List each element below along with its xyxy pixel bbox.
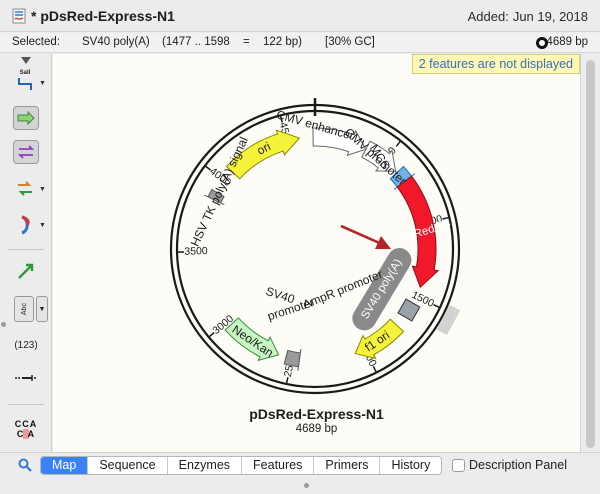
added-date-value: Jun 19, 2018 xyxy=(512,9,588,24)
sequence-top-label: CCA xyxy=(14,419,38,429)
tab-sequence[interactable]: Sequence xyxy=(88,457,168,474)
tick-mark xyxy=(285,377,289,385)
title-bar: * pDsRed-Express-N1 Added: Jun 19, 2018 xyxy=(0,0,600,32)
view-tabs: Map Sequence Enzymes Features Primers Hi… xyxy=(40,456,443,475)
feature-label-cmv-promoter: CMV promoter xyxy=(342,125,409,188)
orf-tool[interactable] xyxy=(14,178,36,200)
hidden-features-notice[interactable]: 2 features are not displayed xyxy=(411,54,580,74)
vertical-scrollbar[interactable] xyxy=(580,54,600,452)
primers-icon xyxy=(17,145,35,159)
tick-mark xyxy=(433,304,441,309)
ruler-icon xyxy=(15,375,36,381)
text-labels-button[interactable]: Abc xyxy=(14,296,34,322)
ruler-tool[interactable] xyxy=(12,372,40,384)
pointer-arrow-shaft xyxy=(340,224,385,247)
selected-label: Selected: xyxy=(12,36,60,48)
selected-feature: SV40 poly(A) xyxy=(82,36,150,48)
resize-grip-icon[interactable] xyxy=(304,483,309,488)
abc-label: Abc xyxy=(20,302,28,316)
bottom-resize-strip xyxy=(0,477,600,494)
toolbar-separator xyxy=(8,249,44,250)
tab-features[interactable]: Features xyxy=(242,457,315,474)
tick-mark xyxy=(395,140,402,147)
sequence-bottom-label: C A xyxy=(16,429,36,439)
tab-history[interactable]: History xyxy=(380,457,441,474)
enzyme-set-tool[interactable] xyxy=(14,214,36,236)
map-panel: 50010001500200025003000350040004500SV40 … xyxy=(53,54,580,452)
tick-mark xyxy=(204,165,211,171)
tab-map[interactable]: Map xyxy=(41,457,89,474)
left-toolbar: SalI ▼ ▼ ▼ Abc ▼ (123) CCA C A xyxy=(0,54,52,452)
orf-arrows-icon xyxy=(18,181,32,196)
total-length: 4689 bp xyxy=(546,36,588,48)
description-panel-label: Description Panel xyxy=(469,458,567,472)
show-features-button[interactable] xyxy=(13,106,39,130)
enzyme-dropdown-icon[interactable]: ▼ xyxy=(39,80,46,87)
tick-mark xyxy=(208,332,215,338)
selection-bar: Selected: SV40 poly(A) (1477 .. 1598 = 1… xyxy=(0,33,600,53)
text-labels-dropdown[interactable]: ▼ xyxy=(36,296,48,322)
plasmid-map[interactable]: 50010001500200025003000350040004500SV40 … xyxy=(53,54,580,452)
side-resize-grip-icon[interactable] xyxy=(1,322,6,327)
numbering-label: (123) xyxy=(14,339,38,351)
annotate-tool[interactable] xyxy=(14,259,38,283)
plasmid-name: pDsRed-Express-N1 xyxy=(249,406,384,422)
description-panel-toggle[interactable]: Description Panel xyxy=(452,458,567,472)
app-window: * pDsRed-Express-N1 Added: Jun 19, 2018 S… xyxy=(0,0,600,494)
document-title: * pDsRed-Express-N1 xyxy=(31,8,175,24)
document-icon xyxy=(12,8,26,24)
show-primers-button[interactable] xyxy=(13,140,39,164)
enzyme-set-icon xyxy=(21,215,30,235)
selected-equals: = xyxy=(243,36,250,48)
backbone-outer-ring xyxy=(169,103,461,395)
tab-enzymes[interactable]: Enzymes xyxy=(168,457,243,474)
tick-mark xyxy=(372,365,378,373)
added-date: Added: Jun 19, 2018 xyxy=(468,9,588,24)
translation-tool[interactable]: CCA C A xyxy=(12,414,40,444)
scroll-thumb[interactable] xyxy=(586,60,595,448)
selected-length: 122 bp) xyxy=(263,36,303,48)
restriction-enzyme-tool[interactable]: SalI xyxy=(14,68,36,94)
enzyme-set-dropdown-icon[interactable]: ▼ xyxy=(39,222,46,229)
numbering-toggle[interactable]: (123) xyxy=(10,338,42,352)
description-panel-checkbox[interactable] xyxy=(452,458,465,472)
enzyme-cut-icon xyxy=(18,78,32,90)
tab-primers[interactable]: Primers xyxy=(314,457,381,474)
orf-dropdown-icon[interactable]: ▼ xyxy=(39,186,46,193)
plasmid-size: 4689 bp xyxy=(295,423,338,435)
feature-arrow-icon xyxy=(17,111,35,125)
selected-gc: [30% GC] xyxy=(325,36,375,48)
toolbar-separator xyxy=(8,404,44,405)
annotate-arrow-icon xyxy=(18,263,34,279)
feature-label-hsv-tk: HSV TK poly(A) signal xyxy=(188,135,251,249)
backbone-inner-ring xyxy=(175,109,455,389)
view-tab-bar: Map Sequence Enzymes Features Primers Hi… xyxy=(0,452,600,476)
added-label: Added: xyxy=(467,9,509,24)
collapse-toolbar-icon[interactable] xyxy=(20,56,32,64)
search-icon[interactable] xyxy=(18,458,32,472)
selected-range: (1477 .. 1598 xyxy=(162,36,230,48)
